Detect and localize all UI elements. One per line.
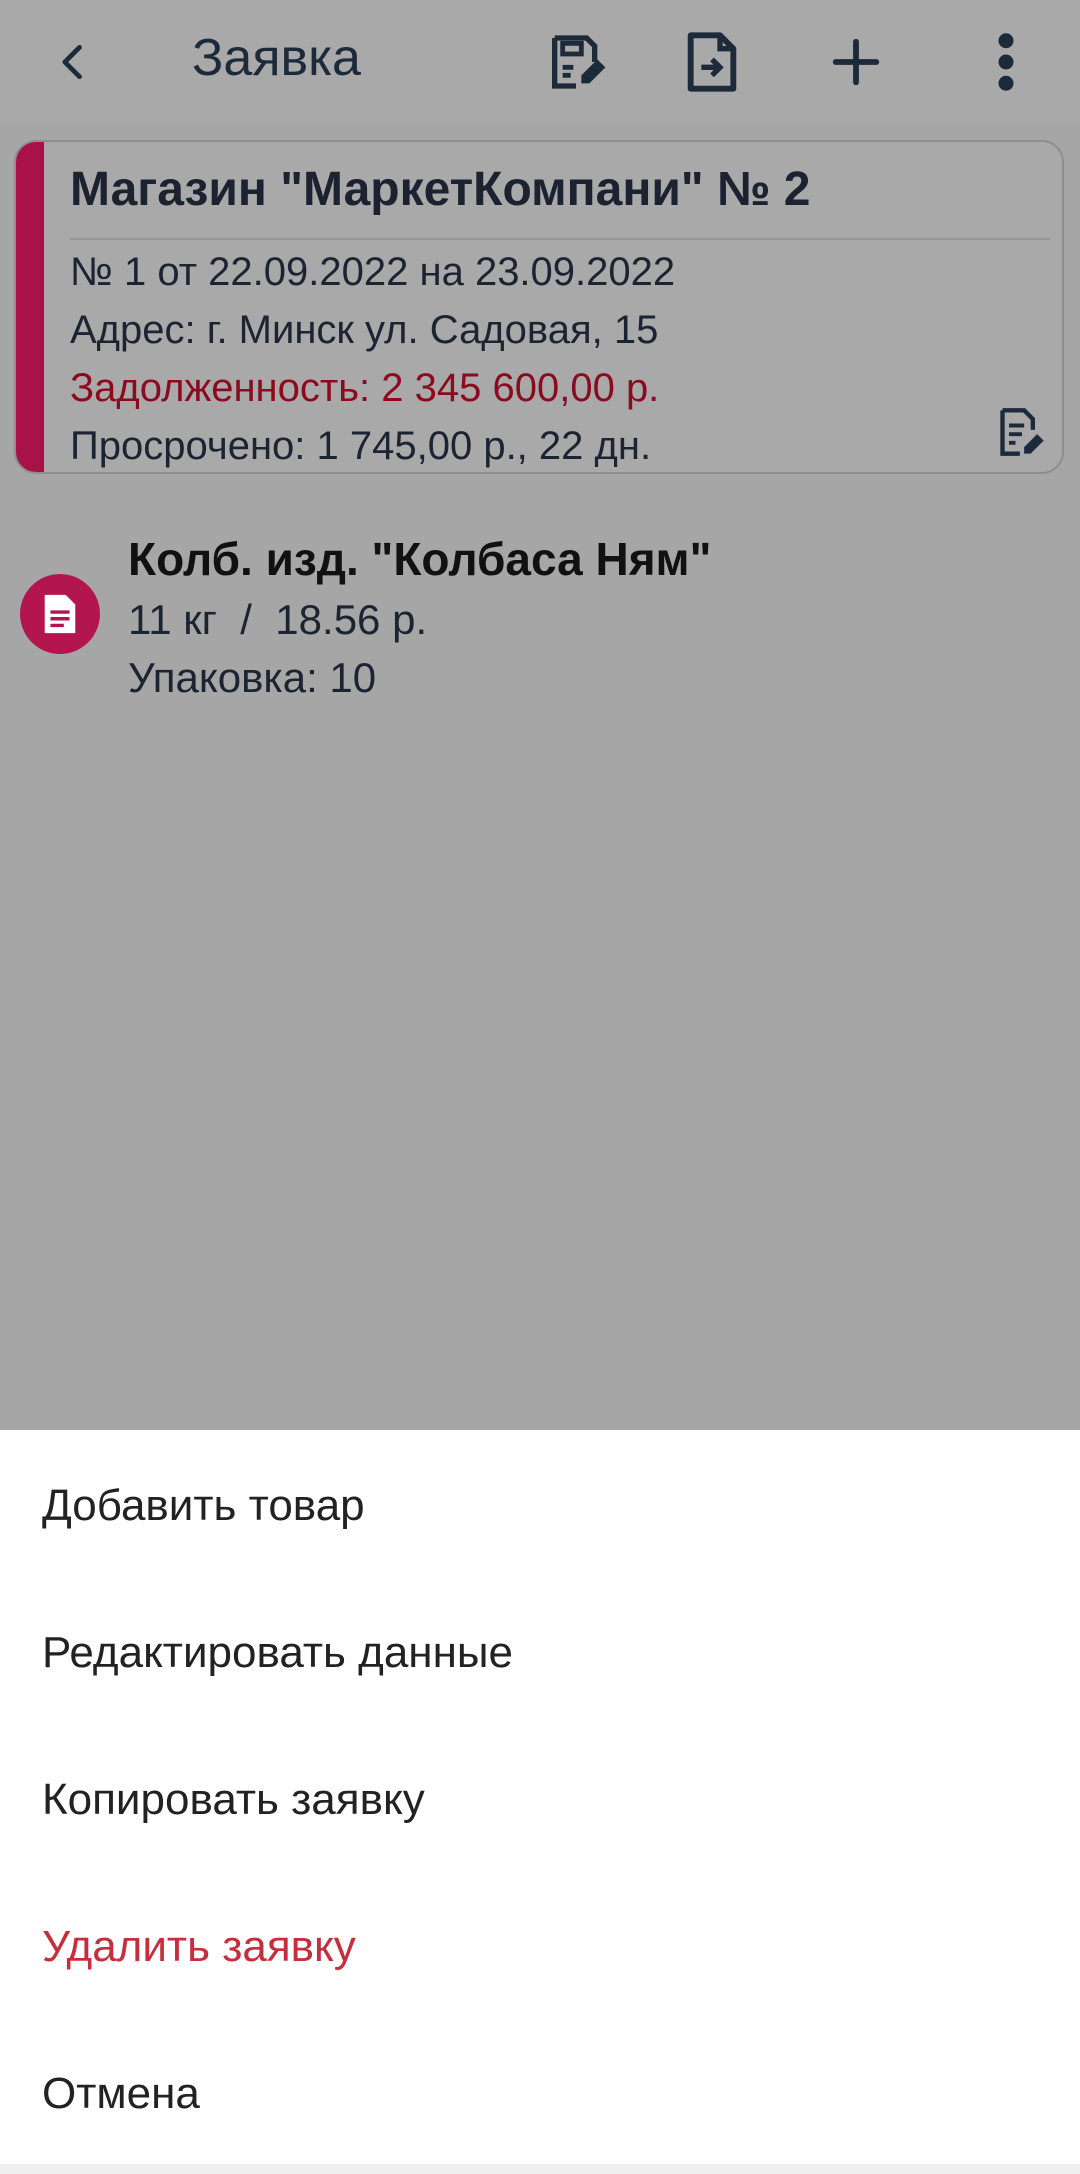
back-button[interactable]: [24, 12, 124, 112]
app-bar: Заявка: [0, 0, 1080, 124]
item-avatar: [20, 574, 100, 654]
debt-amount: Задолженность: 2 345 600,00 р.: [70, 366, 660, 410]
copy-order-option[interactable]: Копировать заявку: [42, 1755, 1042, 1845]
overdue-amount: Просрочено: 1 745,00 р., 22 дн.: [70, 424, 652, 468]
export-document-button[interactable]: [662, 12, 762, 112]
add-button[interactable]: [806, 12, 906, 112]
list-item[interactable]: Колб. изд. "Колбаса Ням" 11 кг / 18.56 р…: [0, 524, 1080, 724]
edit-data-option[interactable]: Редактировать данные: [42, 1608, 1042, 1698]
item-pack: Упаковка: 10: [128, 654, 377, 701]
edit-note-icon[interactable]: [996, 406, 1048, 458]
order-number: № 1 от 22.09.2022 на 23.09.2022: [70, 250, 676, 294]
card-divider: [70, 238, 1050, 240]
plus-icon: [832, 38, 880, 86]
system-nav-bar: [0, 2164, 1080, 2174]
export-document-icon: [687, 32, 737, 92]
action-bottom-sheet: Добавить товар Редактировать данные Копи…: [0, 1430, 1080, 2164]
back-icon: [62, 44, 82, 80]
edit-document-button[interactable]: [526, 12, 626, 112]
item-name: Колб. изд. "Колбаса Ням": [128, 533, 712, 585]
document-icon: [44, 594, 76, 634]
cancel-option[interactable]: Отмена: [42, 2049, 1042, 2139]
add-product-option[interactable]: Добавить товар: [42, 1461, 1042, 1551]
store-address: Адрес: г. Минск ул. Садовая, 15: [70, 308, 659, 352]
more-vert-icon: [998, 33, 1014, 91]
store-card[interactable]: Магазин "МаркетКомпани" № 2 № 1 от 22.09…: [14, 140, 1064, 474]
more-menu-button[interactable]: [956, 12, 1056, 112]
edit-document-icon: [552, 35, 606, 89]
order-content: Магазин "МаркетКомпани" № 2 № 1 от 22.09…: [0, 124, 1080, 1430]
delete-order-option[interactable]: Удалить заявку: [42, 1902, 1042, 1992]
store-name: Магазин "МаркетКомпани" № 2: [70, 163, 811, 216]
card-accent-stripe: [16, 142, 44, 472]
item-qty-price: 11 кг / 18.56 р.: [128, 596, 428, 643]
page-title: Заявка: [192, 29, 361, 87]
